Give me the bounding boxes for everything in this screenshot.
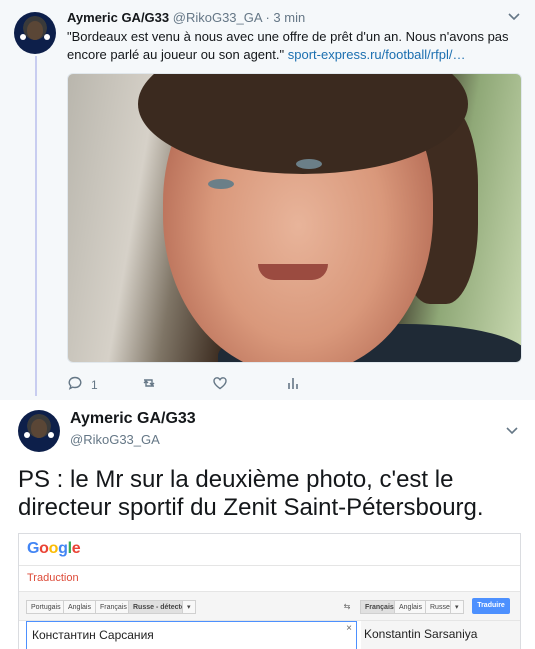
source-text: Константин Сарсания <box>32 628 154 642</box>
author-handle[interactable]: @RikoG33_GA <box>173 10 262 25</box>
author-name[interactable]: Aymeric GA/G33 <box>67 10 169 25</box>
google-logo-letter: G <box>27 540 40 557</box>
translate-screenshot[interactable]: Google Traduction Portugais Anglais Fran… <box>18 533 521 649</box>
tweet-text: PS : le Mr sur la deuxième photo, c'est … <box>18 466 484 521</box>
author-name[interactable]: Aymeric GA/G33 <box>70 410 196 428</box>
avatar[interactable] <box>18 410 60 452</box>
reply-count: 1 <box>91 377 98 392</box>
like-action[interactable] <box>212 375 228 394</box>
translate-title: Traduction <box>27 572 79 584</box>
analytics-action[interactable] <box>285 375 301 394</box>
chevron-down-icon[interactable] <box>506 424 518 438</box>
source-lang-anglais[interactable]: Anglais <box>63 600 96 614</box>
google-logo-letter: g <box>58 540 68 557</box>
source-lang-dropdown-icon[interactable]: ▾ <box>182 600 196 614</box>
thread-line <box>35 56 37 396</box>
tweet-2[interactable]: Aymeric GA/G33 @RikoG33_GA PS : le Mr su… <box>0 400 535 649</box>
avatar-badge-right <box>48 432 54 438</box>
swap-languages-icon[interactable]: ⇆ <box>339 600 355 614</box>
photo-mouth <box>258 264 328 280</box>
reply-icon <box>67 375 83 394</box>
target-lang-dropdown-icon[interactable]: ▾ <box>450 600 464 614</box>
tweet-1[interactable]: Aymeric GA/G33 @RikoG33_GA · 3 min "Bord… <box>0 0 535 400</box>
target-lang-francais[interactable]: Français <box>360 600 399 614</box>
avatar-badge-left <box>24 432 30 438</box>
tweet-header: Aymeric GA/G33 @RikoG33_GA · 3 min <box>67 10 305 25</box>
target-lang-anglais[interactable]: Anglais <box>394 600 427 614</box>
tweet-time[interactable]: 3 min <box>273 10 305 25</box>
tweet-link[interactable]: sport-express.ru/football/rfpl/… <box>288 47 466 62</box>
avatar-face <box>26 21 44 41</box>
google-logo-letter: e <box>71 540 81 557</box>
google-logo-letter: o <box>39 540 49 557</box>
header-separator: · <box>265 10 270 25</box>
google-logo-letter: o <box>48 540 59 557</box>
translate-button[interactable]: Traduire <box>472 598 510 614</box>
divider <box>19 565 520 566</box>
output-text: Konstantin Sarsaniya <box>364 627 478 641</box>
retweet-icon <box>141 375 157 394</box>
translation-output: Konstantin Sarsaniya <box>361 621 520 649</box>
language-bar: Portugais Anglais Français Russe - détec… <box>19 591 520 621</box>
avatar-badge-left <box>20 34 26 40</box>
analytics-icon <box>285 375 301 394</box>
photo-eye-right <box>296 159 322 169</box>
source-lang-portugais[interactable]: Portugais <box>26 600 66 614</box>
reply-action[interactable]: 1 <box>67 375 98 394</box>
like-icon <box>212 375 228 394</box>
clear-icon[interactable]: × <box>346 623 352 634</box>
avatar-badge-right <box>44 34 50 40</box>
tweet-text: "Bordeaux est venu à nous avec une offre… <box>67 28 517 64</box>
tweet-actions: 1 <box>67 375 327 393</box>
source-lang-russe-detecte[interactable]: Russe - détecté <box>128 600 190 614</box>
photo-eye-left <box>208 179 234 189</box>
retweet-action[interactable] <box>141 375 157 394</box>
avatar[interactable] <box>14 12 56 54</box>
author-handle[interactable]: @RikoG33_GA <box>70 432 160 447</box>
google-logo: Google <box>27 540 81 558</box>
source-lang-francais[interactable]: Français <box>95 600 132 614</box>
avatar-face <box>30 419 48 439</box>
chevron-down-icon[interactable] <box>508 10 520 24</box>
source-textarea[interactable]: Константин Сарсания × <box>26 621 357 649</box>
tweet-photo[interactable] <box>67 73 522 363</box>
